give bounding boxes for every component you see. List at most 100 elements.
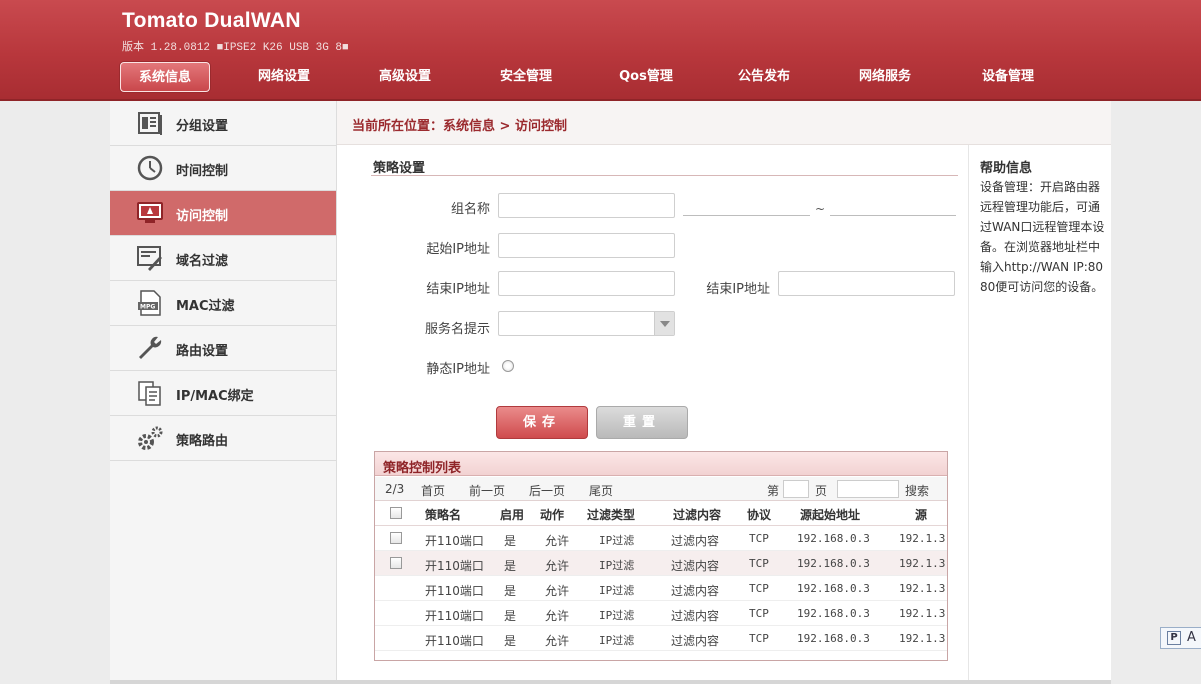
end-ip-label-2: 结束IP地址 <box>706 282 770 297</box>
cell-enabled: 是 <box>504 584 517 598</box>
table-header: 策略名 启用 动作 过滤类型 过滤内容 协议 源起始地址 源 <box>375 501 947 526</box>
table-row[interactable]: 开110端口 是 允许 IP过滤 过滤内容 TCP 192.168.0.3 19… <box>375 526 947 551</box>
wrench-icon <box>139 336 162 359</box>
last-page-link[interactable]: 尾页 <box>589 482 613 499</box>
help-title: 帮助信息 <box>980 161 1033 176</box>
cell-filter-type: IP过滤 <box>599 609 635 622</box>
documents-icon <box>138 381 161 406</box>
sidebar-item-label: 域名过滤 <box>176 254 229 269</box>
column-header: 启用 <box>500 508 525 522</box>
gears-icon <box>138 426 163 450</box>
version-text: 版本 1.28.0812 ■IPSE2 K26 USB 3G 8■ <box>122 42 349 54</box>
start-ip-label: 起始IP地址 <box>426 242 490 257</box>
table-title: 策略控制列表 <box>383 461 462 476</box>
nav-advanced-settings[interactable]: 高级设置 <box>360 62 450 92</box>
sidebar-item-domain-filter[interactable]: 域名过滤 <box>110 236 336 281</box>
cell-source: 192.1.3 <box>899 557 946 570</box>
range-end-line[interactable] <box>830 215 956 216</box>
breadcrumb-bar: 当前所在位置：系统信息 > 访问控制 <box>337 101 1111 145</box>
cell-filter-content: 过滤内容 <box>671 559 720 573</box>
end-ip-label: 结束IP地址 <box>426 282 490 297</box>
group-settings-icon <box>138 112 162 135</box>
cell-filter-content: 过滤内容 <box>671 609 720 623</box>
end-ip-input[interactable] <box>498 271 675 296</box>
cell-source-start: 192.168.0.3 <box>797 532 870 545</box>
cell-action: 允许 <box>545 534 570 548</box>
service-select[interactable] <box>498 311 675 336</box>
cell-source: 192.1.3 <box>899 582 946 595</box>
save-button[interactable]: 保存 <box>496 406 588 439</box>
select-all-checkbox[interactable] <box>390 507 402 519</box>
floating-tool-tab[interactable]: P A <box>1160 627 1201 649</box>
page-prefix: 第 <box>767 484 780 498</box>
start-ip-input[interactable] <box>498 233 675 258</box>
service-hint-label: 服务名提示 <box>424 322 490 337</box>
top-header: Tomato DualWAN 版本 1.28.0812 ■IPSE2 K26 U… <box>0 0 1201 101</box>
section-divider <box>371 175 958 176</box>
search-input[interactable] <box>837 480 899 498</box>
first-page-link[interactable]: 首页 <box>421 482 445 499</box>
nav-security[interactable]: 安全管理 <box>481 62 571 92</box>
sidebar-item-mac-filter[interactable]: MPG MAC过滤 <box>110 281 336 326</box>
cell-source-start: 192.168.0.3 <box>797 607 870 620</box>
cell-filter-content: 过滤内容 <box>671 534 720 548</box>
nav-announcement[interactable]: 公告发布 <box>719 62 809 92</box>
page-info: 2/3 <box>385 482 405 496</box>
font-a-icon: A <box>1187 630 1196 645</box>
cell-source-start: 192.168.0.3 <box>797 557 870 570</box>
cell-enabled: 是 <box>504 634 517 648</box>
monitor-icon <box>137 202 163 223</box>
end-ip-input-2[interactable] <box>778 271 955 296</box>
group-name-input[interactable] <box>498 193 675 218</box>
sidebar-item-access-control[interactable]: 访问控制 <box>110 191 336 236</box>
cell-protocol: TCP <box>749 532 769 545</box>
table-row[interactable]: 开110端口 是 允许 IP过滤 过滤内容 TCP 192.168.0.3 19… <box>375 601 947 626</box>
cell-source-start: 192.168.0.3 <box>797 582 870 595</box>
sidebar-item-ip-mac-binding[interactable]: IP/MAC绑定 <box>110 371 336 416</box>
nav-qos[interactable]: Qos管理 <box>601 62 691 92</box>
cell-source-start: 192.168.0.3 <box>797 632 870 645</box>
cell-action: 允许 <box>545 559 570 573</box>
sidebar-item-time-control[interactable]: 时间控制 <box>110 146 336 191</box>
cell-action: 允许 <box>545 634 570 648</box>
sidebar-item-policy-routing[interactable]: 策略路由 <box>110 416 336 461</box>
nav-network-settings[interactable]: 网络设置 <box>239 62 329 92</box>
help-text: 设备管理：开启路由器远程管理功能后，可通过WAN口远程管理本设备。在浏览器地址栏… <box>980 180 1105 294</box>
column-header: 策略名 <box>425 508 462 522</box>
page-number-input[interactable] <box>783 480 809 498</box>
table-title-bar: 策略控制列表 <box>375 452 947 476</box>
sidebar-item-label: 时间控制 <box>176 164 229 179</box>
cell-filter-type: IP过滤 <box>599 584 635 597</box>
static-ip-radio[interactable] <box>502 360 514 372</box>
nav-system-info[interactable]: 系统信息 <box>120 62 210 92</box>
cell-action: 允许 <box>545 609 570 623</box>
prev-page-link[interactable]: 前一页 <box>469 482 505 499</box>
reset-button[interactable]: 重置 <box>596 406 688 439</box>
svg-text:MPG: MPG <box>140 304 155 311</box>
nav-device-management[interactable]: 设备管理 <box>963 62 1053 92</box>
sidebar-item-label: 访问控制 <box>176 209 229 224</box>
cell-policy-name: 开110端口 <box>425 634 484 648</box>
search-button[interactable]: 搜索 <box>905 482 929 499</box>
brand-title: Tomato DualWAN <box>122 9 301 32</box>
cell-source: 192.1.3 <box>899 607 946 620</box>
cell-filter-type: IP过滤 <box>599 534 635 547</box>
sidebar-item-label: 策略路由 <box>176 434 229 449</box>
next-page-link[interactable]: 后一页 <box>529 482 565 499</box>
table-row[interactable]: 开110端口 是 允许 IP过滤 过滤内容 TCP 192.168.0.3 19… <box>375 626 947 651</box>
cell-enabled: 是 <box>504 609 517 623</box>
cell-policy-name: 开110端口 <box>425 584 484 598</box>
sidebar-item-group-settings[interactable]: 分组设置 <box>110 101 336 146</box>
bottom-border <box>110 680 1111 684</box>
group-name-label: 组名称 <box>450 202 490 217</box>
column-header: 动作 <box>540 508 565 522</box>
cell-filter-content: 过滤内容 <box>671 634 720 648</box>
table-row[interactable]: 开110端口 是 允许 IP过滤 过滤内容 TCP 192.168.0.3 19… <box>375 576 947 601</box>
range-start-line[interactable] <box>683 215 810 216</box>
table-pager: 2/3 首页 前一页 后一页 尾页 第 页 搜索 <box>375 477 947 501</box>
sidebar-item-route-settings[interactable]: 路由设置 <box>110 326 336 371</box>
table-row[interactable]: 开110端口 是 允许 IP过滤 过滤内容 TCP 192.168.0.3 19… <box>375 551 947 576</box>
row-checkbox[interactable] <box>390 532 402 544</box>
row-checkbox[interactable] <box>390 557 402 569</box>
nav-network-services[interactable]: 网络服务 <box>840 62 930 92</box>
